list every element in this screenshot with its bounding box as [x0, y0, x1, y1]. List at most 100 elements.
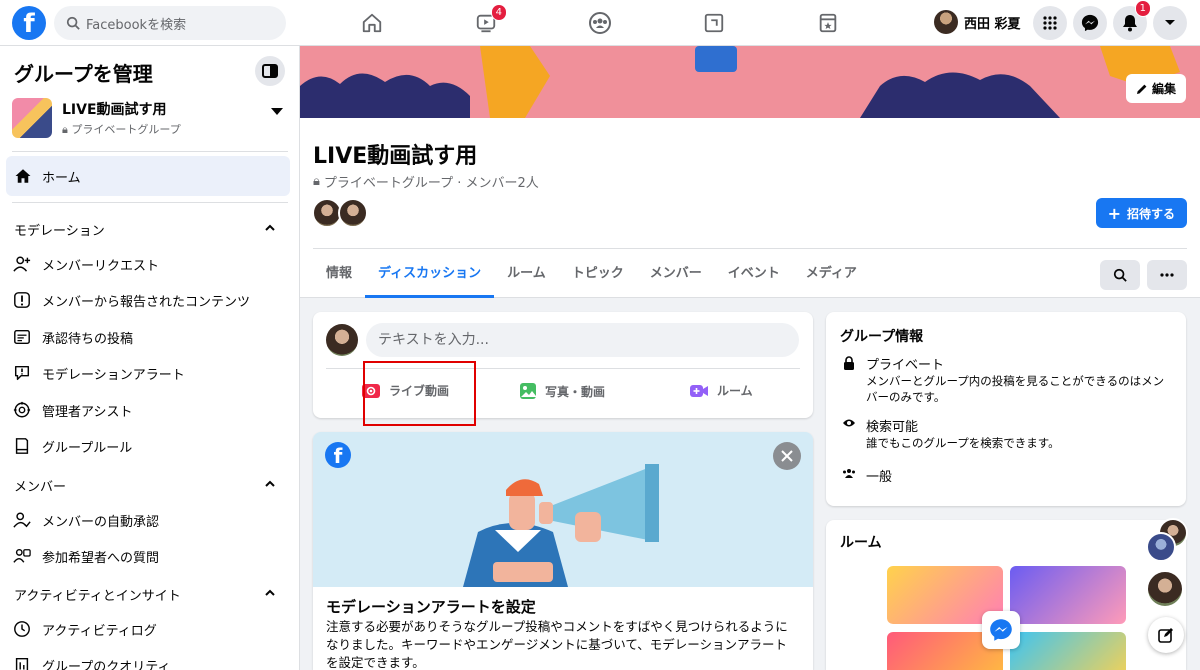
- tab-discussion[interactable]: ディスカッション: [365, 252, 495, 298]
- more-options-button[interactable]: [1147, 260, 1187, 290]
- sidebar-item-auto-approve[interactable]: メンバーの自動承認: [12, 508, 159, 532]
- chevron-down-icon: [1165, 20, 1175, 25]
- group-header: LIVE動画試す用 🔒︎ プライベートグループ · メンバー2人 + 招待する …: [300, 118, 1200, 298]
- invite-button[interactable]: + 招待する: [1095, 198, 1187, 228]
- tab-about[interactable]: 情報: [313, 252, 365, 298]
- plus-icon: +: [1107, 203, 1121, 223]
- group-switcher[interactable]: LIVE動画試す用 🔒︎ プライベートグループ: [12, 98, 287, 138]
- sidebar-item-home[interactable]: ホーム: [6, 156, 290, 196]
- chevron-up-icon[interactable]: [264, 222, 276, 234]
- sidebar-item-group-rules[interactable]: グループルール: [12, 434, 132, 458]
- profile-chip[interactable]: 西田 彩夏: [934, 10, 1021, 34]
- sidebar-item-label: メンバーから報告されたコンテンツ: [42, 294, 251, 310]
- sidebar-item-label: 参加希望者への質問: [42, 550, 160, 566]
- edit-label: 編集: [1151, 82, 1176, 96]
- chat-head[interactable]: [1146, 532, 1176, 562]
- sidebar-item-admin-assist[interactable]: 管理者アシスト: [12, 398, 132, 422]
- search-icon: [66, 16, 80, 30]
- panel-toggle-icon: [262, 64, 278, 78]
- sidebar-item-membership-questions[interactable]: 参加希望者への質問: [12, 544, 159, 568]
- chevron-up-icon[interactable]: [264, 478, 276, 490]
- sidebar-collapse-button[interactable]: [255, 56, 285, 86]
- news-nav-icon[interactable]: [813, 8, 843, 38]
- room-tile[interactable]: [1010, 566, 1126, 624]
- messenger-button[interactable]: [1073, 6, 1107, 40]
- compose-icon: [1158, 628, 1173, 643]
- room-label: ルーム: [717, 384, 753, 398]
- menu-grid-button[interactable]: [1033, 6, 1067, 40]
- tab-members[interactable]: メンバー: [637, 252, 715, 298]
- avatar: [326, 324, 358, 356]
- sidebar-item-group-quality[interactable]: グループのクオリティ: [12, 653, 170, 670]
- tab-topics[interactable]: トピック: [559, 252, 637, 298]
- sidebar-item-label: アクティビティログ: [42, 623, 157, 639]
- main-content: 編集 LIVE動画試す用 🔒︎ プライベートグループ · メンバー2人 + 招待…: [300, 46, 1200, 670]
- watch-nav-icon[interactable]: 4: [471, 4, 507, 38]
- caret-down-icon: [271, 108, 283, 115]
- group-tabs: 情報 ディスカッション ルーム トピック メンバー イベント メディア: [313, 252, 870, 298]
- room-button[interactable]: ルーム: [689, 382, 753, 399]
- notifications-button[interactable]: 1: [1113, 0, 1151, 40]
- notifications-badge: 1: [1134, 0, 1151, 17]
- photo-video-label: 写真・動画: [545, 384, 606, 399]
- post-composer: テキストを入力... ライブ動画 写真・動画 ルーム: [313, 312, 813, 426]
- messenger-room-button[interactable]: [982, 611, 1020, 649]
- info-description: 誰でもこのグループを検索できます。: [866, 436, 1060, 450]
- new-message-button[interactable]: [1148, 617, 1184, 653]
- gaming-nav-icon[interactable]: [699, 8, 729, 38]
- sidebar-item-label: グループルール: [42, 440, 133, 456]
- user-name: 西田 彩夏: [964, 16, 1021, 32]
- photo-video-button[interactable]: 写真・動画: [519, 382, 605, 400]
- home-nav-icon[interactable]: [357, 8, 387, 38]
- sidebar-title: グループを管理: [14, 62, 153, 86]
- search-icon: [1113, 268, 1127, 282]
- questions-icon: [12, 546, 32, 566]
- bell-icon: [1123, 15, 1137, 32]
- photo-icon: [520, 383, 536, 399]
- sidebar-item-moderation-alerts[interactable]: モデレーションアラート: [12, 361, 185, 385]
- member-add-icon: [12, 254, 32, 274]
- section-activity: アクティビティとインサイト: [14, 589, 181, 604]
- account-menu-button[interactable]: [1153, 6, 1187, 40]
- sidebar-item-label: ホーム: [42, 170, 81, 186]
- lock-icon: 🔒︎: [313, 174, 320, 189]
- messenger-icon: [1081, 14, 1099, 32]
- sidebar-item-label: グループのクオリティ: [42, 659, 171, 670]
- moderation-alert-card: f モデレーションアラートを設定 注意する必要がありそうなグループ投稿やコメント…: [313, 432, 813, 670]
- close-button[interactable]: [773, 442, 801, 470]
- sidebar-item-activity-log[interactable]: アクティビティログ: [12, 617, 157, 641]
- chat-head[interactable]: [1146, 570, 1184, 608]
- tab-rooms[interactable]: ルーム: [494, 252, 559, 298]
- sidebar-item-label: メンバーの自動承認: [42, 514, 160, 530]
- admin-sidebar: グループを管理 LIVE動画試す用 🔒︎ プライベートグループ ホーム モデレー…: [0, 46, 300, 670]
- group-search-button[interactable]: [1100, 260, 1140, 290]
- sidebar-item-label: 管理者アシスト: [42, 404, 133, 420]
- room-tile[interactable]: [1010, 632, 1126, 670]
- room-icon: [690, 384, 708, 397]
- avatar: [338, 198, 368, 228]
- more-icon: [1160, 273, 1174, 277]
- group-info-title: グループ情報: [840, 329, 924, 345]
- facebook-logo-icon[interactable]: f: [12, 6, 46, 40]
- edit-cover-button[interactable]: 編集: [1125, 74, 1186, 103]
- rooms-title: ルーム: [840, 535, 882, 551]
- highlight-box: [363, 361, 476, 426]
- lock-icon: [840, 354, 858, 405]
- tab-events[interactable]: イベント: [715, 252, 793, 298]
- pending-posts-icon: [12, 327, 32, 347]
- search-input[interactable]: Facebookを検索: [54, 6, 286, 40]
- tab-media[interactable]: メディア: [793, 252, 870, 298]
- member-avatars[interactable]: [312, 198, 368, 228]
- sidebar-item-reported-content[interactable]: メンバーから報告されたコンテンツ: [12, 288, 250, 312]
- info-description: メンバーとグループ内の投稿を見ることができるのはメンバーのみです。: [866, 374, 1165, 404]
- composer-input[interactable]: テキストを入力...: [366, 323, 799, 357]
- auto-approve-icon: [12, 510, 32, 530]
- chevron-up-icon[interactable]: [264, 587, 276, 599]
- groups-nav-icon[interactable]: [585, 8, 615, 38]
- group-people-icon: [840, 466, 858, 485]
- sidebar-item-member-requests[interactable]: メンバーリクエスト: [12, 252, 159, 276]
- section-members: メンバー: [14, 480, 67, 495]
- sidebar-item-pending-posts[interactable]: 承認待ちの投稿: [12, 325, 133, 349]
- close-icon: [781, 450, 793, 462]
- lock-icon: 🔒︎: [62, 123, 68, 136]
